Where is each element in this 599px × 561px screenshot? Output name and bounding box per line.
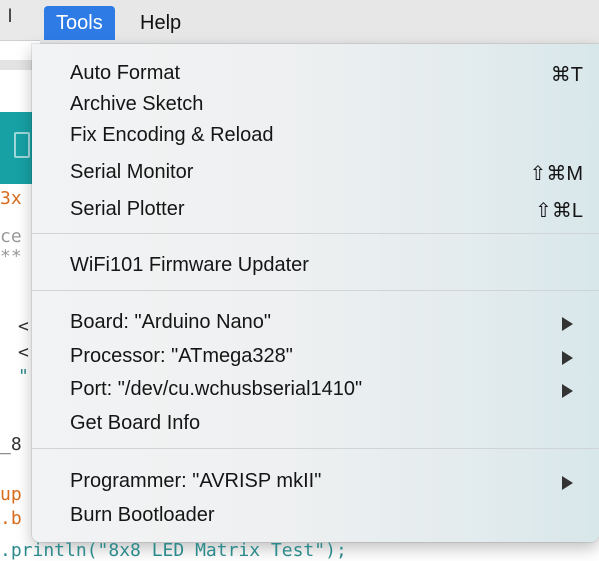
code-fragment: < — [18, 342, 29, 363]
menu-item-auto-format[interactable]: Auto Format ⌘T — [32, 56, 599, 90]
menu-item-programmer[interactable]: Programmer: "AVRISP mkII" — [32, 464, 599, 498]
menu-item-shortcut: ⇧⌘M — [529, 163, 583, 185]
new-file-icon[interactable] — [14, 132, 30, 158]
menu-item-fix-encoding[interactable]: Fix Encoding & Reload — [32, 118, 599, 152]
menu-item-label: Fix Encoding & Reload — [70, 124, 274, 146]
menu-separator — [32, 290, 599, 291]
menu-item-label: Archive Sketch — [70, 93, 204, 115]
submenu-arrow-icon — [562, 476, 573, 490]
submenu-arrow-icon — [562, 351, 573, 365]
menu-item-label: Programmer: "AVRISP mkII" — [70, 470, 322, 492]
menu-item-label: Board: "Arduino Nano" — [70, 311, 271, 333]
menu-item-wifi101-updater[interactable]: WiFi101 Firmware Updater — [32, 248, 599, 282]
menu-item-label: Get Board Info — [70, 412, 201, 434]
app-menu-fragment: l — [8, 6, 12, 26]
menu-item-archive-sketch[interactable]: Archive Sketch — [32, 87, 599, 121]
menu-item-label: Serial Plotter — [70, 198, 185, 220]
menu-item-board[interactable]: Board: "Arduino Nano" — [32, 305, 599, 339]
menu-item-label: Auto Format — [70, 62, 181, 84]
menu-separator — [32, 233, 599, 234]
menu-item-processor[interactable]: Processor: "ATmega328" — [32, 339, 599, 373]
code-fragment: < — [18, 316, 29, 337]
menu-item-serial-monitor[interactable]: Serial Monitor ⇧⌘M — [32, 155, 599, 189]
code-fragment: ** — [0, 246, 22, 267]
submenu-arrow-icon — [562, 317, 573, 331]
menu-item-burn-bootloader[interactable]: Burn Bootloader — [32, 498, 599, 532]
code-fragment: up — [0, 484, 22, 505]
code-fragment: _8 — [0, 434, 22, 455]
menu-item-label: Processor: "ATmega328" — [70, 345, 293, 367]
code-fragment: 3x — [0, 188, 22, 209]
code-line-println: .println("8x8 LED Matrix Test"); — [0, 540, 347, 561]
menubar-help[interactable]: Help — [128, 6, 193, 40]
code-fragment: " — [18, 366, 29, 387]
menu-item-shortcut: ⇧⌘L — [535, 200, 583, 222]
menu-separator — [32, 448, 599, 449]
menu-item-serial-plotter[interactable]: Serial Plotter ⇧⌘L — [32, 192, 599, 226]
submenu-arrow-icon — [562, 384, 573, 398]
menu-item-label: Burn Bootloader — [70, 504, 215, 526]
menubar-tools[interactable]: Tools — [44, 6, 115, 40]
menu-item-get-board-info[interactable]: Get Board Info — [32, 406, 599, 440]
code-fragment: .b — [0, 508, 22, 529]
menu-item-label: Port: "/dev/cu.wchusbserial1410" — [70, 378, 363, 400]
menu-item-shortcut: ⌘T — [550, 64, 583, 86]
menu-item-label: WiFi101 Firmware Updater — [70, 254, 309, 276]
menu-item-port[interactable]: Port: "/dev/cu.wchusbserial1410" — [32, 372, 599, 406]
menu-item-label: Serial Monitor — [70, 161, 194, 183]
code-fragment: ce — [0, 226, 22, 247]
tools-menu: Auto Format ⌘T Archive Sketch Fix Encodi… — [32, 44, 599, 542]
menubar: Tools Help — [40, 0, 599, 45]
